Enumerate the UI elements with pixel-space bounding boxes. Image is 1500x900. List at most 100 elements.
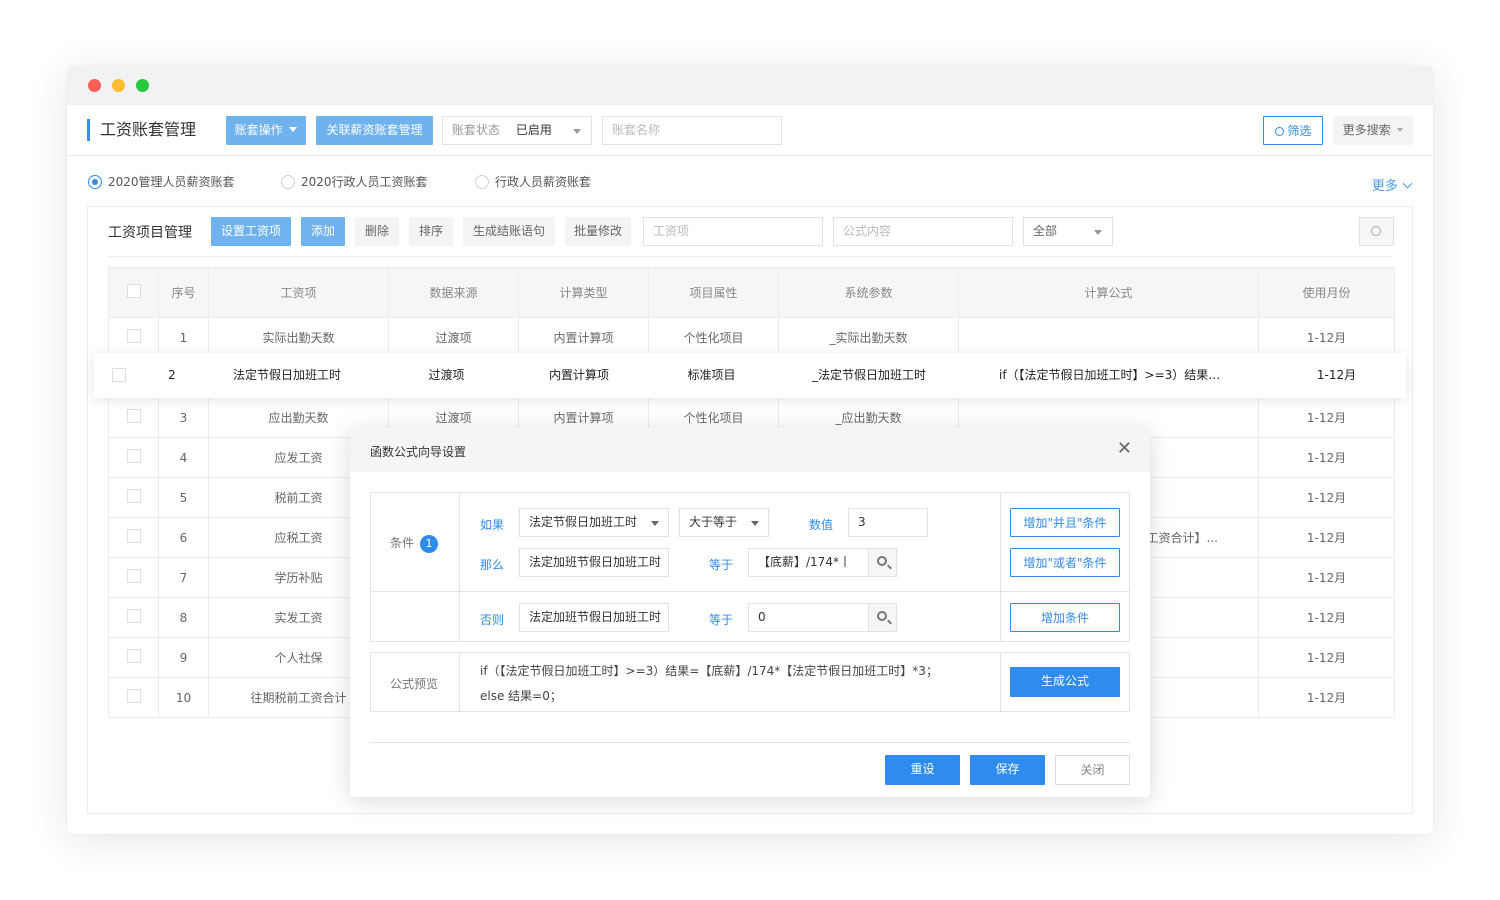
filter-button[interactable]: 筛选 bbox=[1263, 116, 1323, 145]
row-no: 5 bbox=[158, 477, 209, 518]
column-header[interactable]: 数据来源 bbox=[388, 267, 519, 318]
column-header[interactable]: 系统参数 bbox=[778, 267, 959, 318]
divider bbox=[459, 652, 460, 712]
close-button[interactable]: 关闭 bbox=[1055, 755, 1130, 785]
checkbox[interactable] bbox=[126, 284, 141, 298]
column-header[interactable]: 计算公式 bbox=[958, 267, 1259, 318]
chevron-down-icon bbox=[651, 521, 659, 526]
generate-statement-button[interactable]: 生成结账语句 bbox=[463, 217, 555, 246]
row-no: 2 bbox=[168, 368, 176, 382]
table-row[interactable]: 1 实际出勤天数 过渡项 内置计算项 个性化项目 _实际出勤天数 1-12月 bbox=[108, 317, 1395, 358]
status-value: 已启用 bbox=[515, 123, 552, 137]
search-icon bbox=[877, 611, 887, 621]
save-button[interactable]: 保存 bbox=[970, 755, 1045, 785]
checkbox[interactable] bbox=[126, 409, 141, 423]
checkbox[interactable] bbox=[126, 689, 141, 703]
account-ops-button[interactable]: 账套操作 bbox=[226, 116, 306, 145]
filter-label: 筛选 bbox=[1287, 124, 1312, 138]
row-month: 1-12月 bbox=[1258, 677, 1395, 718]
select-all-cell[interactable] bbox=[108, 267, 159, 318]
set-item-button[interactable]: 设置工资项 bbox=[211, 217, 291, 246]
account-set-radio-group: 2020管理人员薪资账套 2020行政人员工资账套 行政人员薪资账套 bbox=[67, 172, 1433, 202]
checkbox[interactable] bbox=[126, 569, 141, 583]
add-button[interactable]: 添加 bbox=[301, 217, 345, 246]
top-toolbar: 工资账套管理 账套操作 关联薪资账套管理 账套状态 已启用 账套名称 筛选 更多… bbox=[67, 105, 1433, 156]
account-name-input[interactable]: 账套名称 bbox=[602, 116, 782, 145]
row-month: 1-12月 bbox=[1316, 368, 1357, 382]
row-item: 实际出勤天数 bbox=[208, 317, 389, 358]
close-window-icon[interactable] bbox=[88, 79, 101, 92]
scope-select[interactable]: 全部 bbox=[1023, 217, 1113, 246]
chevron-down-icon bbox=[573, 129, 581, 134]
else-field-input[interactable]: 法定加班节假日加班工时 bbox=[519, 603, 669, 632]
value-input[interactable]: 3 bbox=[848, 508, 928, 537]
checkbox[interactable] bbox=[126, 649, 141, 663]
account-set-radio-3[interactable]: 行政人员薪资账套 bbox=[475, 172, 591, 192]
maximize-window-icon[interactable] bbox=[136, 79, 149, 92]
search-button[interactable] bbox=[1359, 217, 1394, 246]
divider bbox=[370, 591, 1130, 592]
column-header[interactable]: 序号 bbox=[158, 267, 209, 318]
account-set-radio-2[interactable]: 2020行政人员工资账套 bbox=[281, 172, 428, 192]
add-condition-button[interactable]: 增加条件 bbox=[1010, 603, 1120, 632]
add-and-condition-button[interactable]: 增加"并且"条件 bbox=[1010, 508, 1120, 537]
row-select-cell[interactable] bbox=[108, 637, 159, 678]
else-search-button[interactable] bbox=[868, 603, 897, 632]
dialog-title: 函数公式向导设置 bbox=[370, 445, 467, 459]
minimize-window-icon[interactable] bbox=[112, 79, 125, 92]
row-select-cell[interactable] bbox=[108, 437, 159, 478]
window-titlebar bbox=[67, 66, 1433, 105]
row-month: 1-12月 bbox=[1258, 397, 1395, 438]
checkbox[interactable] bbox=[112, 368, 126, 382]
column-header[interactable]: 计算类型 bbox=[518, 267, 649, 318]
generate-formula-button[interactable]: 生成公式 bbox=[1010, 667, 1120, 697]
then-label: 那么 bbox=[480, 558, 505, 572]
batch-edit-button[interactable]: 批量修改 bbox=[565, 217, 631, 246]
then-value-input[interactable]: 【底薪】/174*丨 bbox=[748, 548, 869, 577]
chevron-down-icon bbox=[1094, 230, 1102, 235]
dialog-header: 函数公式向导设置 ✕ bbox=[350, 428, 1150, 472]
more-search-button[interactable]: 更多搜索 bbox=[1333, 116, 1413, 145]
status-select[interactable]: 账套状态 已启用 bbox=[442, 116, 592, 145]
row-select-cell[interactable] bbox=[108, 677, 159, 718]
close-icon[interactable]: ✕ bbox=[1117, 440, 1132, 458]
if-label: 如果 bbox=[480, 518, 505, 532]
row-source: 过渡项 bbox=[428, 368, 465, 382]
if-field-select[interactable]: 法定节假日加班工时 bbox=[519, 508, 669, 537]
preview-label: 公式预览 bbox=[390, 677, 439, 691]
more-link[interactable]: 更多 bbox=[1372, 175, 1413, 194]
else-value-input[interactable]: 0 bbox=[748, 603, 869, 632]
row-formula bbox=[958, 317, 1259, 358]
row-select-cell[interactable] bbox=[108, 597, 159, 638]
row-month: 1-12月 bbox=[1258, 597, 1395, 638]
formula-line: else 结果=0； bbox=[480, 689, 562, 703]
operator-select[interactable]: 大于等于 bbox=[679, 508, 769, 537]
then-search-button[interactable] bbox=[868, 548, 897, 577]
add-or-condition-button[interactable]: 增加"或者"条件 bbox=[1010, 548, 1120, 577]
row-select-cell[interactable] bbox=[108, 557, 159, 598]
row-select-cell[interactable] bbox=[108, 517, 159, 558]
checkbox[interactable] bbox=[126, 449, 141, 463]
checkbox[interactable] bbox=[126, 529, 141, 543]
row-param: _法定节假日加班工时 bbox=[811, 368, 926, 382]
table-row-highlighted[interactable]: 2 法定节假日加班工时 过渡项 内置计算项 标准项目 _法定节假日加班工时 if… bbox=[94, 353, 1406, 398]
column-header[interactable]: 使用月份 bbox=[1258, 267, 1395, 318]
formula-search-input[interactable]: 公式内容 bbox=[833, 217, 1013, 246]
delete-button[interactable]: 删除 bbox=[355, 217, 399, 246]
row-select-cell[interactable] bbox=[108, 317, 159, 358]
link-salary-button[interactable]: 关联薪资账套管理 bbox=[316, 116, 433, 145]
column-header[interactable]: 工资项 bbox=[208, 267, 389, 318]
item-search-input[interactable]: 工资项 bbox=[643, 217, 823, 246]
row-select-cell[interactable] bbox=[108, 397, 159, 438]
sort-button[interactable]: 排序 bbox=[409, 217, 453, 246]
account-set-label: 行政人员薪资账套 bbox=[495, 175, 592, 189]
checkbox[interactable] bbox=[126, 609, 141, 623]
then-field-input[interactable]: 法定加班节假日加班工时 bbox=[519, 548, 669, 577]
row-no: 4 bbox=[158, 437, 209, 478]
column-header[interactable]: 项目属性 bbox=[648, 267, 779, 318]
checkbox[interactable] bbox=[126, 489, 141, 503]
account-set-radio-1[interactable]: 2020管理人员薪资账套 bbox=[88, 172, 235, 192]
reset-button[interactable]: 重设 bbox=[885, 755, 960, 785]
row-select-cell[interactable] bbox=[108, 477, 159, 518]
checkbox[interactable] bbox=[126, 329, 141, 343]
